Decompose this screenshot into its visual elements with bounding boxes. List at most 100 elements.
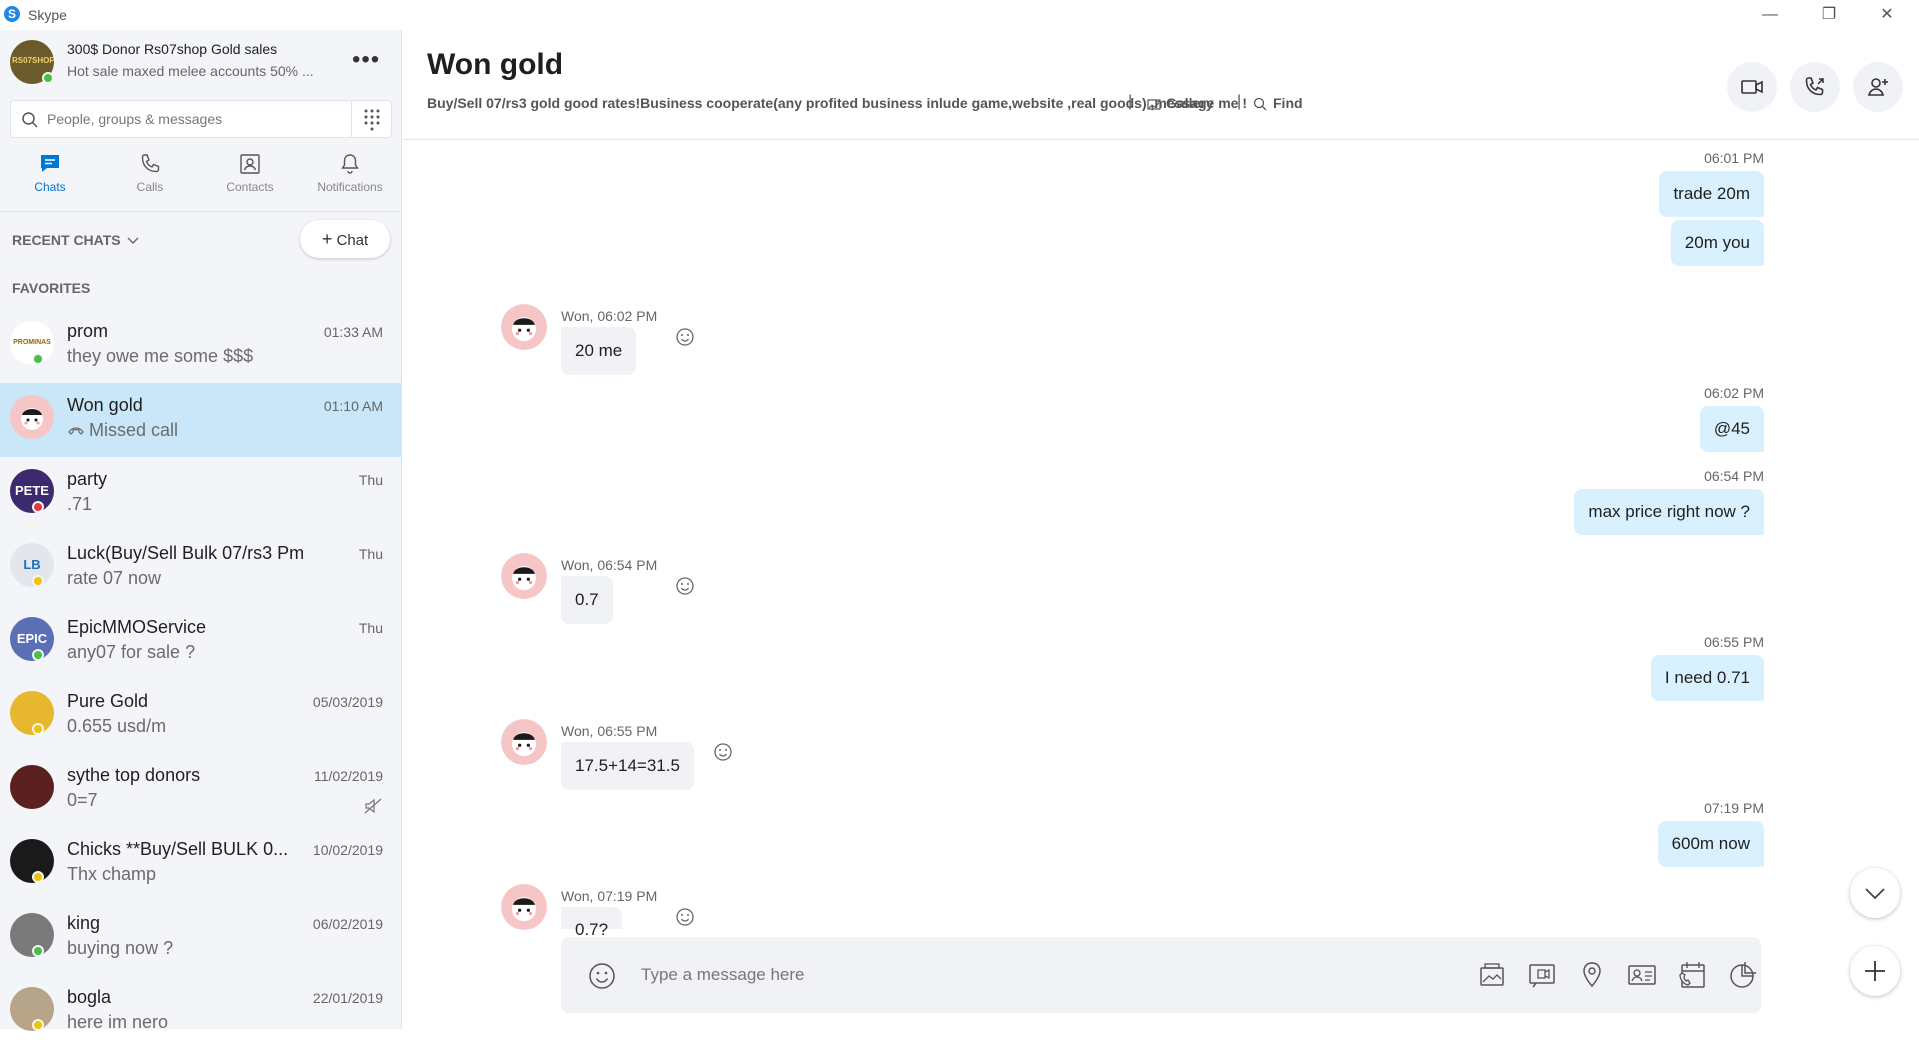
incoming-message[interactable]: 0.7 (561, 576, 613, 624)
chat-time: 05/03/2019 (312, 694, 383, 710)
video-message-icon[interactable] (1526, 959, 1558, 991)
chat-name: party (67, 469, 108, 489)
header-separator: | (1128, 93, 1133, 110)
conversation-panel: Won gold Buy/Sell 07/rs3 gold good rates… (403, 30, 1919, 1029)
message-timestamp: 06:54 PM (1704, 468, 1764, 484)
gallery-icon (1147, 99, 1161, 110)
tab-notifications[interactable]: Notifications (300, 150, 400, 202)
outgoing-message[interactable]: 600m now (1657, 821, 1764, 867)
video-call-button[interactable] (1727, 62, 1777, 112)
chat-list-item[interactable]: sythe top donors 0=7 11/02/2019 (0, 753, 402, 827)
message-meta: Won, 06:54 PM (561, 557, 658, 573)
reaction-smiley-icon[interactable] (675, 907, 695, 927)
chat-list-item[interactable]: bogla here im nero 22/01/2019 (0, 975, 402, 1049)
chat-preview: here im nero (67, 1012, 169, 1032)
contact-avatar[interactable] (500, 303, 548, 351)
message-meta: Won, 06:55 PM (561, 723, 658, 739)
flower-avatar-icon (501, 304, 547, 350)
message-timestamp: 06:55 PM (1704, 634, 1764, 650)
schedule-call-icon[interactable] (1676, 959, 1708, 991)
add-participant-button[interactable] (1853, 62, 1903, 112)
new-chat-button[interactable]: + Chat (300, 220, 390, 258)
flower-avatar-icon (501, 553, 547, 599)
presence-online-icon (32, 649, 44, 661)
location-pin-icon[interactable] (1576, 959, 1608, 991)
poll-icon[interactable] (1726, 959, 1758, 991)
message-input[interactable] (641, 961, 1341, 989)
close-button[interactable]: ✕ (1864, 2, 1910, 28)
outgoing-message[interactable]: @45 (1699, 406, 1764, 452)
chat-time: 22/01/2019 (312, 990, 383, 1006)
recent-chats-label: RECENT CHATS (12, 232, 121, 248)
dialpad-button[interactable] (351, 101, 391, 137)
contact-avatar[interactable] (500, 552, 548, 600)
contact-avatar[interactable] (500, 718, 548, 766)
chevron-down-icon (1865, 888, 1885, 900)
more-actions-button[interactable] (1850, 946, 1900, 996)
presence-away-icon (32, 575, 44, 587)
scroll-to-bottom-button[interactable] (1850, 868, 1900, 918)
chat-name: Luck(Buy/Sell Bulk 07/rs3 Pm ) (67, 543, 307, 563)
search-box[interactable] (10, 100, 392, 138)
conversation-title[interactable]: Won gold (427, 48, 563, 82)
presence-online-icon (42, 72, 54, 84)
chat-list-item[interactable]: PROMINAS prom they owe me some $$$ 01:33 AM (0, 309, 402, 383)
send-file-icon[interactable] (1476, 959, 1508, 991)
contact-avatar[interactable] (500, 883, 548, 931)
presence-online-icon (32, 945, 44, 957)
message-composer (561, 937, 1761, 1013)
message-meta: Won, 06:02 PM (561, 308, 658, 324)
more-options-icon[interactable]: ••• (352, 46, 380, 74)
tab-chats-label: Chats (34, 180, 66, 194)
contact-avatar[interactable] (10, 765, 54, 809)
tab-chats[interactable]: Chats (0, 150, 100, 202)
chat-list-item[interactable]: king buying now ? 06/02/2019 (0, 901, 402, 975)
incoming-message[interactable]: 0.7? (561, 907, 623, 939)
chat-list-item[interactable]: Chicks **Buy/Sell BULK 0... Thx champ 10/0… (0, 827, 402, 901)
outgoing-message[interactable]: trade 20m (1659, 171, 1764, 217)
phone-icon (141, 154, 160, 173)
chat-preview: 0.655 usd/m (67, 716, 167, 736)
chat-list-item[interactable]: Won gold Missed call 01:10 AM (0, 383, 402, 457)
chat-time: Thu (358, 472, 383, 488)
add-person-icon (1867, 78, 1888, 96)
send-contact-icon[interactable] (1626, 959, 1658, 991)
chat-list-item[interactable]: PETE party .71 Thu (0, 457, 402, 531)
chat-name: Won gold (67, 395, 143, 415)
outgoing-message[interactable]: max price right now ? (1574, 489, 1764, 535)
sidebar: RS07SHOP 300$ Donor Rs07shop Gold sales … (0, 30, 402, 1032)
reaction-smiley-icon[interactable] (675, 327, 695, 347)
chat-list-item[interactable]: Pure Gold 0.655 usd/m 05/03/2019 (0, 679, 402, 753)
emoji-icon[interactable] (587, 961, 617, 991)
chat-preview: Missed call (67, 420, 178, 441)
chat-time: 10/02/2019 (312, 842, 383, 858)
outgoing-message[interactable]: 20m you (1670, 220, 1764, 266)
profile-avatar-text: RS07SHOP (12, 56, 54, 65)
reaction-smiley-icon[interactable] (713, 742, 733, 762)
tab-calls[interactable]: Calls (100, 150, 200, 202)
find-link[interactable]: Find (1273, 95, 1303, 111)
nav-tabs: Chats Calls Contacts Notifications (0, 150, 402, 202)
chat-list-item[interactable]: LB Luck(Buy/Sell Bulk 07/rs3 Pm ) rate 07 … (0, 531, 402, 605)
search-input[interactable] (47, 107, 347, 131)
message-timestamp: 06:01 PM (1704, 150, 1764, 166)
chat-time: 11/02/2019 (313, 768, 383, 784)
chat-list-item[interactable]: EPIC EpicMMOService any07 for sale ? Thu (0, 605, 402, 679)
incoming-message[interactable]: 17.5+14=31.5 (561, 742, 694, 790)
tab-contacts[interactable]: Contacts (200, 150, 300, 202)
phone-call-icon (1805, 77, 1824, 96)
favorites-label: FAVORITES (12, 280, 91, 296)
nav-divider (0, 211, 402, 212)
reaction-smiley-icon[interactable] (675, 576, 695, 596)
chat-preview: buying now ? (67, 938, 174, 958)
minimize-button[interactable]: — (1747, 2, 1793, 28)
outgoing-message[interactable]: I need 0.71 (1650, 655, 1764, 701)
incoming-message[interactable]: 20 me (561, 327, 637, 375)
audio-call-button[interactable] (1790, 62, 1840, 112)
contact-avatar[interactable] (10, 395, 54, 439)
plus-icon: + (321, 229, 333, 249)
profile-panel[interactable]: RS07SHOP 300$ Donor Rs07shop Gold sales … (0, 30, 402, 98)
recent-chats-dropdown[interactable]: RECENT CHATS (12, 232, 139, 248)
gallery-link[interactable]: Gallery (1166, 95, 1213, 111)
restore-button[interactable]: ❐ (1806, 2, 1852, 28)
